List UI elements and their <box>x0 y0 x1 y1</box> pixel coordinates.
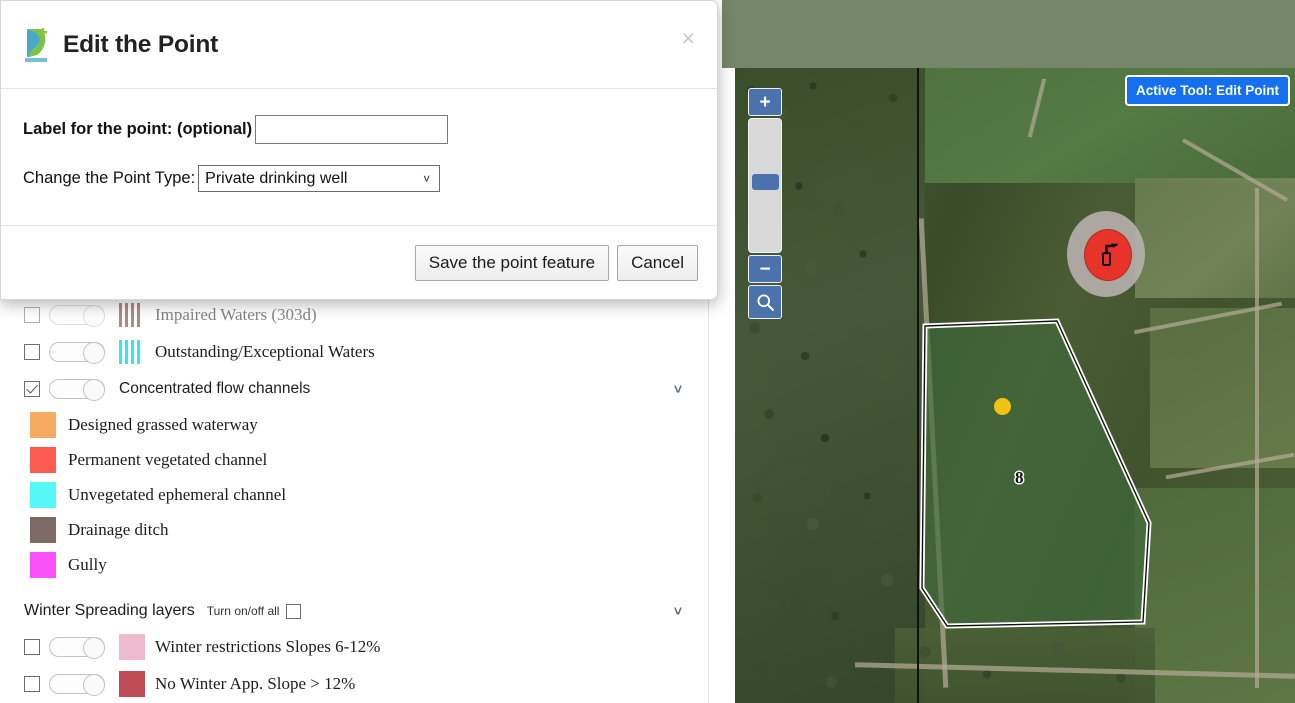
point-type-selected-value: Private drinking well <box>205 169 348 187</box>
group-title: Winter Spreading layers <box>24 602 195 619</box>
zoom-in-button[interactable]: + <box>748 88 782 116</box>
layer-row-no-winter-app-slope-12[interactable]: No Winter App. Slope > 12% <box>0 665 708 702</box>
toggle-all-checkbox[interactable] <box>286 603 302 619</box>
layer-checkbox[interactable] <box>24 380 40 397</box>
layer-label: Outstanding/Exceptional Waters <box>155 341 375 361</box>
private-drinking-well-marker[interactable] <box>1084 229 1132 281</box>
magnifier-icon <box>757 294 774 311</box>
legend-swatch <box>30 516 56 543</box>
road-line <box>1255 188 1259 688</box>
legend-label: Permanent vegetated channel <box>68 449 268 469</box>
layer-list[interactable]: Impaired Waters (303d) Outstanding/Excep… <box>0 296 708 703</box>
legend-item: Designed grassed waterway <box>0 407 708 442</box>
dialog-body: Label for the point: (optional) Change t… <box>1 89 717 225</box>
layer-row-impaired-waters[interactable]: Impaired Waters (303d) <box>0 296 708 333</box>
app-root: 8 + − Active Tool: Edit Point ^ <box>0 0 1295 703</box>
legend-item: Gully <box>0 547 708 582</box>
layer-swatch <box>119 302 145 327</box>
layer-row-outstanding-waters[interactable]: Outstanding/Exceptional Waters <box>0 333 708 370</box>
chevron-down-icon[interactable]: ˅ <box>674 603 682 619</box>
edit-point-dialog[interactable]: Edit the Point × Label for the point: (o… <box>0 0 718 300</box>
dialog-footer: Save the point feature Cancel <box>1 225 717 299</box>
field-east-1 <box>1135 178 1295 298</box>
map-canvas[interactable]: 8 <box>735 68 1295 703</box>
map-search-button[interactable] <box>748 285 782 319</box>
legend-swatch <box>30 481 56 508</box>
zoom-out-button[interactable]: − <box>748 255 782 283</box>
dialog-header: Edit the Point × <box>1 1 717 89</box>
cancel-button[interactable]: Cancel <box>617 245 698 281</box>
layer-label: No Winter App. Slope > 12% <box>155 673 356 693</box>
field-east-2 <box>1150 308 1295 468</box>
zoom-control[interactable]: + − <box>748 88 782 319</box>
winter-spreading-group-header[interactable]: Winter Spreading layers Turn on/off all … <box>0 594 708 628</box>
chevron-down-icon[interactable]: ˅ <box>674 381 682 397</box>
layer-toggle[interactable] <box>49 378 105 401</box>
selected-point-marker[interactable] <box>994 398 1011 415</box>
legend-swatch <box>30 446 56 473</box>
zoom-slider-thumb[interactable] <box>752 174 779 190</box>
point-type-row: Change the Point Type: Private drinking … <box>23 165 695 192</box>
layer-label: Concentrated flow channels <box>119 379 311 397</box>
section-boundary-line <box>917 68 919 703</box>
layer-label: Impaired Waters (303d) <box>155 304 317 324</box>
layer-toggle[interactable] <box>49 341 105 364</box>
legend-swatch <box>30 411 56 438</box>
legend-label: Unvegetated ephemeral channel <box>68 484 287 504</box>
app-logo <box>23 27 50 63</box>
layer-swatch <box>119 670 145 697</box>
layer-checkbox[interactable] <box>24 343 40 360</box>
toggle-all-label: Turn on/off all <box>206 604 280 618</box>
legend-label: Gully <box>68 554 107 574</box>
layer-row-concentrated-flow-channels[interactable]: Concentrated flow channels ˅ <box>0 370 708 407</box>
legend-item: Permanent vegetated channel <box>0 442 708 477</box>
point-label-input[interactable] <box>255 115 449 144</box>
map-viewport[interactable]: 8 + − Active Tool: Edit Point <box>735 68 1295 703</box>
faucet-icon <box>1102 243 1118 266</box>
layer-toggle[interactable] <box>49 636 105 659</box>
zoom-slider-track[interactable] <box>748 118 782 253</box>
legend-label: Drainage ditch <box>68 519 169 539</box>
field-number-label: 8 <box>1015 468 1024 487</box>
point-type-caption: Change the Point Type: <box>23 169 196 187</box>
layer-toggle[interactable] <box>49 304 105 327</box>
legend-item: Unvegetated ephemeral channel <box>0 477 708 512</box>
layer-swatch <box>119 633 145 660</box>
layer-checkbox[interactable] <box>24 675 40 692</box>
layer-toggle[interactable] <box>49 673 105 696</box>
save-point-feature-button[interactable]: Save the point feature <box>414 245 610 281</box>
legend-swatch <box>30 551 56 578</box>
close-icon[interactable]: × <box>682 27 695 50</box>
layer-checkbox[interactable] <box>24 638 40 655</box>
layer-row-winter-restrictions-6-12[interactable]: Winter restrictions Slopes 6-12% <box>0 628 708 665</box>
legend-item: Drainage ditch <box>0 512 708 547</box>
layer-label: Winter restrictions Slopes 6-12% <box>155 636 381 656</box>
layer-checkbox[interactable] <box>24 306 40 323</box>
dialog-title: Edit the Point <box>63 30 219 58</box>
active-tool-badge: Active Tool: Edit Point <box>1125 75 1290 106</box>
legend-label: Designed grassed waterway <box>68 414 258 434</box>
point-label-row: Label for the point: (optional) <box>23 115 695 144</box>
point-label-caption: Label for the point: (optional) <box>23 120 253 138</box>
point-type-select[interactable]: Private drinking well ˅ <box>198 165 441 192</box>
layer-swatch <box>119 339 145 364</box>
chevron-down-icon: ˅ <box>423 171 431 186</box>
